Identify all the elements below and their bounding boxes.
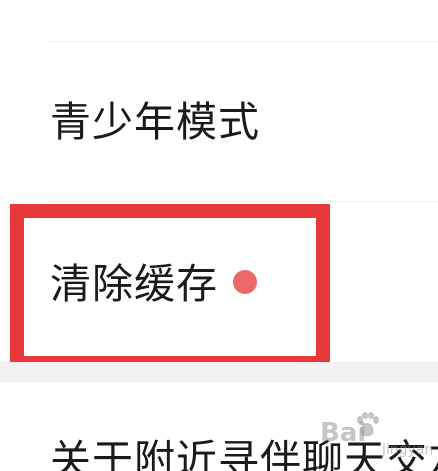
- clear-cache-row[interactable]: 清除缓存: [0, 202, 438, 362]
- clear-cache-label: 清除缓存: [50, 260, 218, 308]
- section-gap: [0, 362, 438, 382]
- teen-mode-row[interactable]: 青少年模式: [0, 42, 438, 201]
- teen-mode-label: 青少年模式: [50, 98, 260, 146]
- about-label: 关于附近寻伴聊天交友: [50, 436, 438, 471]
- baidu-paw-icon: [357, 412, 379, 437]
- settings-list: 青少年模式 清除缓存 关于附近寻伴聊天交友 Bai jingyan: [0, 0, 438, 471]
- notification-dot: [233, 270, 257, 294]
- watermark-subtext: jingyan: [382, 442, 434, 458]
